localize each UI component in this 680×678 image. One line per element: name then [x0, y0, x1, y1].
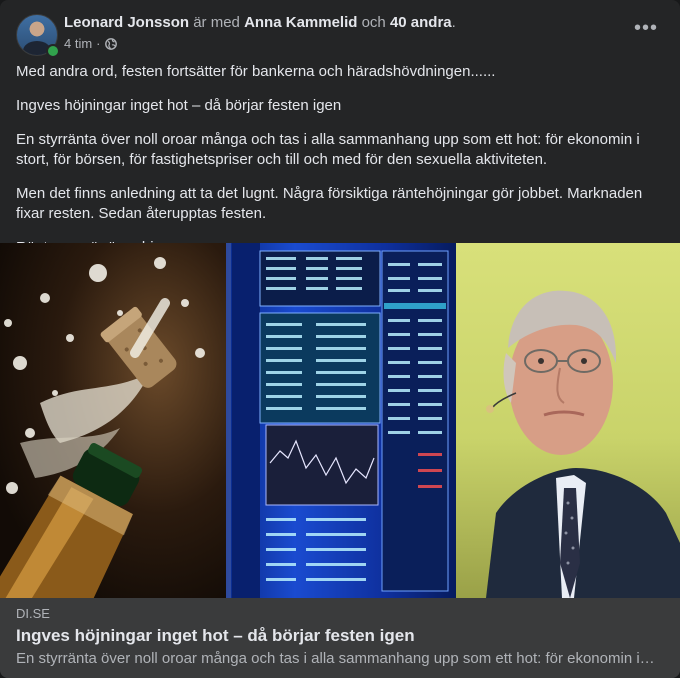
trading-screen-panel — [226, 243, 456, 598]
tagged-person[interactable]: Anna Kammelid — [244, 14, 357, 31]
post-meta: 4 tim · — [64, 36, 117, 51]
link-domain: DI.SE — [16, 606, 50, 621]
champagne-illustration — [0, 257, 205, 598]
post-time[interactable]: 4 tim — [64, 36, 92, 51]
author-name[interactable]: Leonard Jonsson — [64, 14, 189, 31]
link-preview-footer[interactable]: DI.SE Ingves höjningar inget hot – då bö… — [0, 598, 680, 678]
with-text: är med — [193, 14, 240, 31]
tagged-others[interactable]: 40 andra — [390, 14, 452, 31]
champagne-image-panel — [0, 243, 226, 598]
trading-screen-illustration — [226, 243, 449, 598]
more-options-icon[interactable]: ••• — [628, 18, 664, 46]
link-preview-image[interactable] — [0, 243, 680, 598]
post-paragraph: En styrränta över noll oroar många och t… — [16, 131, 640, 168]
and-text: och — [361, 14, 386, 31]
author-line-period: . — [451, 14, 456, 31]
post-paragraph: Med andra ord, festen fortsätter för ban… — [16, 63, 496, 80]
post-card: Leonard Jonsson är med Anna Kammelid och… — [0, 0, 680, 678]
post-paragraph: Ingves höjningar inget hot – då börjar f… — [16, 97, 342, 114]
meta-separator: · — [96, 36, 101, 51]
globe-icon[interactable] — [104, 37, 117, 50]
portrait-illustration — [486, 290, 680, 598]
online-status-dot — [46, 44, 60, 58]
post-header: Leonard Jonsson är med Anna Kammelid och… — [16, 12, 664, 58]
link-title[interactable]: Ingves höjningar inget hot – då börjar f… — [16, 626, 415, 646]
portrait-panel — [456, 243, 680, 598]
link-description: En styrränta över noll oroar många och t… — [16, 650, 656, 667]
author-line: Leonard Jonsson är med Anna Kammelid och… — [64, 14, 456, 31]
post-paragraph: Men det finns anledning att ta det lugnt… — [16, 185, 643, 222]
post-text: Med andra ord, festen fortsätter för ban… — [16, 62, 666, 272]
